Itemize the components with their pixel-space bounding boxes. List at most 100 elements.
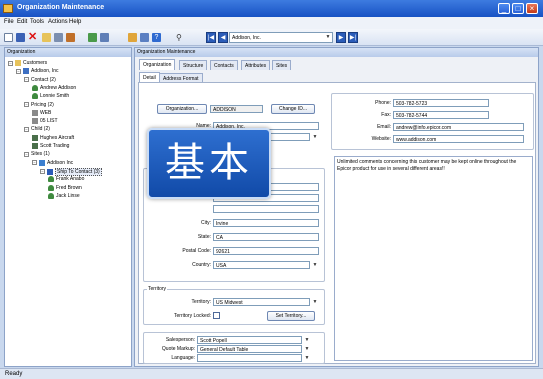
paste-icon[interactable]	[140, 33, 149, 42]
delete-icon[interactable]: ✕	[28, 32, 37, 43]
tree-node-label: Scott Trading	[40, 143, 70, 149]
language-field[interactable]	[197, 354, 302, 362]
tree-node[interactable]: − Addison, Inc	[16, 68, 59, 75]
cut-icon[interactable]	[100, 33, 109, 42]
tree-node[interactable]: − Ship To Contact (3)	[40, 167, 102, 176]
chevron-down-icon[interactable]: ▼	[311, 133, 319, 141]
title-bar: Organization Maintenance	[0, 0, 543, 17]
territory-field[interactable]: US Midwest	[213, 298, 310, 306]
next-record-button[interactable]: ▶	[336, 32, 346, 43]
tree-node[interactable]: Fred Brown	[48, 184, 82, 191]
last-record-button[interactable]: ▶|	[348, 32, 358, 43]
minimize-button[interactable]: _	[498, 3, 510, 14]
close-button[interactable]: ×	[526, 3, 538, 14]
price-icon	[32, 118, 38, 125]
phone-field[interactable]: 503-782-5723	[393, 99, 489, 107]
collapse-icon[interactable]: −	[24, 77, 29, 83]
fax-label: Fax:	[381, 112, 391, 118]
tab-attributes[interactable]: Attributes	[241, 60, 271, 70]
comments-field[interactable]: Unlimited comments concerning this custo…	[334, 156, 533, 361]
email-field[interactable]: andrew@info.epicor.com	[393, 123, 524, 131]
save-icon[interactable]	[16, 33, 25, 42]
territory-group-title: Territory	[147, 286, 168, 292]
tree-node[interactable]: Jack Linse	[48, 192, 80, 199]
tree-node[interactable]: − Contact (2)	[24, 77, 56, 83]
tree-node[interactable]: 05 LIST	[32, 118, 58, 125]
state-field[interactable]: CA	[213, 233, 319, 241]
menu-tools[interactable]: Tools	[30, 19, 44, 25]
status-bar: Ready	[0, 368, 543, 379]
fax-field[interactable]: 503-782-5744	[393, 111, 489, 119]
tab-structure[interactable]: Structure	[179, 60, 208, 70]
menu-edit[interactable]: Edit	[17, 19, 27, 25]
postal-code-field[interactable]: 92621	[213, 247, 319, 255]
tree-node-label: Andrew Addison	[40, 84, 77, 91]
tab-organization[interactable]: Organization	[139, 59, 176, 70]
chevron-down-icon[interactable]: ▼	[303, 345, 311, 353]
tree-node[interactable]: − Child (2)	[24, 126, 50, 132]
new-icon[interactable]	[4, 33, 13, 42]
menu-actions[interactable]: Actions	[48, 19, 68, 25]
tree-node[interactable]: Frank Anabo	[48, 176, 84, 183]
tree-node[interactable]: Hughes Aircraft	[32, 134, 74, 141]
state-label: State:	[197, 234, 211, 240]
territory-locked-checkbox[interactable]	[213, 312, 220, 319]
details-panel: Organization Maintenance Organization St…	[134, 47, 539, 367]
tree-node[interactable]: − Customers	[8, 60, 47, 66]
email-label: Email:	[377, 124, 391, 130]
salesperson-field[interactable]: Scott Popell	[197, 336, 302, 344]
first-record-button[interactable]: |◀	[206, 32, 216, 43]
person-icon	[48, 184, 54, 191]
open-icon[interactable]	[42, 33, 51, 42]
collapse-icon[interactable]: −	[24, 102, 29, 107]
organization-tree-panel: Organization − Customers − Addison, Inc − Con…	[4, 47, 132, 367]
help-icon[interactable]: ?	[152, 33, 161, 42]
tree-node[interactable]: − Sites (1)	[24, 151, 50, 157]
tab-sites[interactable]: Sites	[272, 60, 292, 70]
collapse-icon[interactable]: −	[24, 151, 29, 157]
address-line-3[interactable]	[213, 205, 319, 213]
chevron-down-icon[interactable]: ▼	[303, 354, 311, 362]
globe-icon	[39, 159, 45, 166]
country-field[interactable]: USA	[213, 261, 310, 269]
tree-node[interactable]: − Addison Inc	[32, 159, 73, 166]
collapse-icon[interactable]: −	[32, 160, 37, 166]
salesperson-label: Salesperson:	[165, 337, 195, 343]
collapse-icon[interactable]: −	[16, 68, 21, 74]
copy-icon[interactable]	[128, 33, 137, 42]
chevron-down-icon[interactable]: ▼	[324, 33, 332, 42]
tree-node-label: 05 LIST	[40, 118, 58, 125]
chevron-down-icon[interactable]: ▼	[311, 298, 319, 306]
tab-contacts[interactable]: Contacts	[210, 60, 238, 70]
tree-node[interactable]: − Pricing (2)	[24, 102, 54, 108]
previous-record-button[interactable]: ◀	[218, 32, 228, 43]
maximize-button[interactable]: □	[512, 3, 524, 14]
set-territory-button[interactable]: Set Territory...	[267, 311, 315, 321]
collapse-icon[interactable]: −	[24, 126, 29, 132]
edit-icon[interactable]	[66, 33, 75, 42]
tree-node[interactable]: WEB	[32, 109, 51, 116]
chevron-down-icon[interactable]: ▼	[311, 261, 319, 269]
quote-markup-label: Quote Markup:	[161, 346, 195, 352]
change-id-button[interactable]: Change ID...	[271, 104, 315, 114]
menu-help[interactable]: Help	[69, 19, 81, 25]
detail-form: Organization... ADDISON Change ID... Nam…	[138, 82, 536, 364]
menu-file[interactable]: File	[4, 19, 14, 25]
print-icon[interactable]	[54, 33, 63, 42]
refresh-icon[interactable]	[88, 33, 97, 42]
record-combo[interactable]: Addison, Inc.	[229, 32, 333, 43]
find-icon[interactable]: ⚲	[176, 33, 185, 42]
chevron-down-icon[interactable]: ▼	[303, 336, 311, 344]
app-icon	[3, 4, 13, 13]
organization-button[interactable]: Organization...	[157, 104, 207, 114]
window-title: Organization Maintenance	[17, 4, 105, 11]
tree-node-label: Pricing (2)	[31, 101, 54, 108]
website-field[interactable]: www.addison.com	[393, 135, 524, 143]
quote-markup-field[interactable]: General Default Table	[197, 345, 302, 353]
tree-node[interactable]: Lonnie Smith	[32, 93, 69, 100]
tree-node[interactable]: Scott Trading	[32, 143, 69, 149]
city-field[interactable]: Irvine	[213, 219, 319, 227]
collapse-icon[interactable]: −	[8, 60, 13, 66]
tree-node[interactable]: Andrew Addison	[32, 84, 77, 91]
collapse-icon[interactable]: −	[40, 169, 45, 175]
